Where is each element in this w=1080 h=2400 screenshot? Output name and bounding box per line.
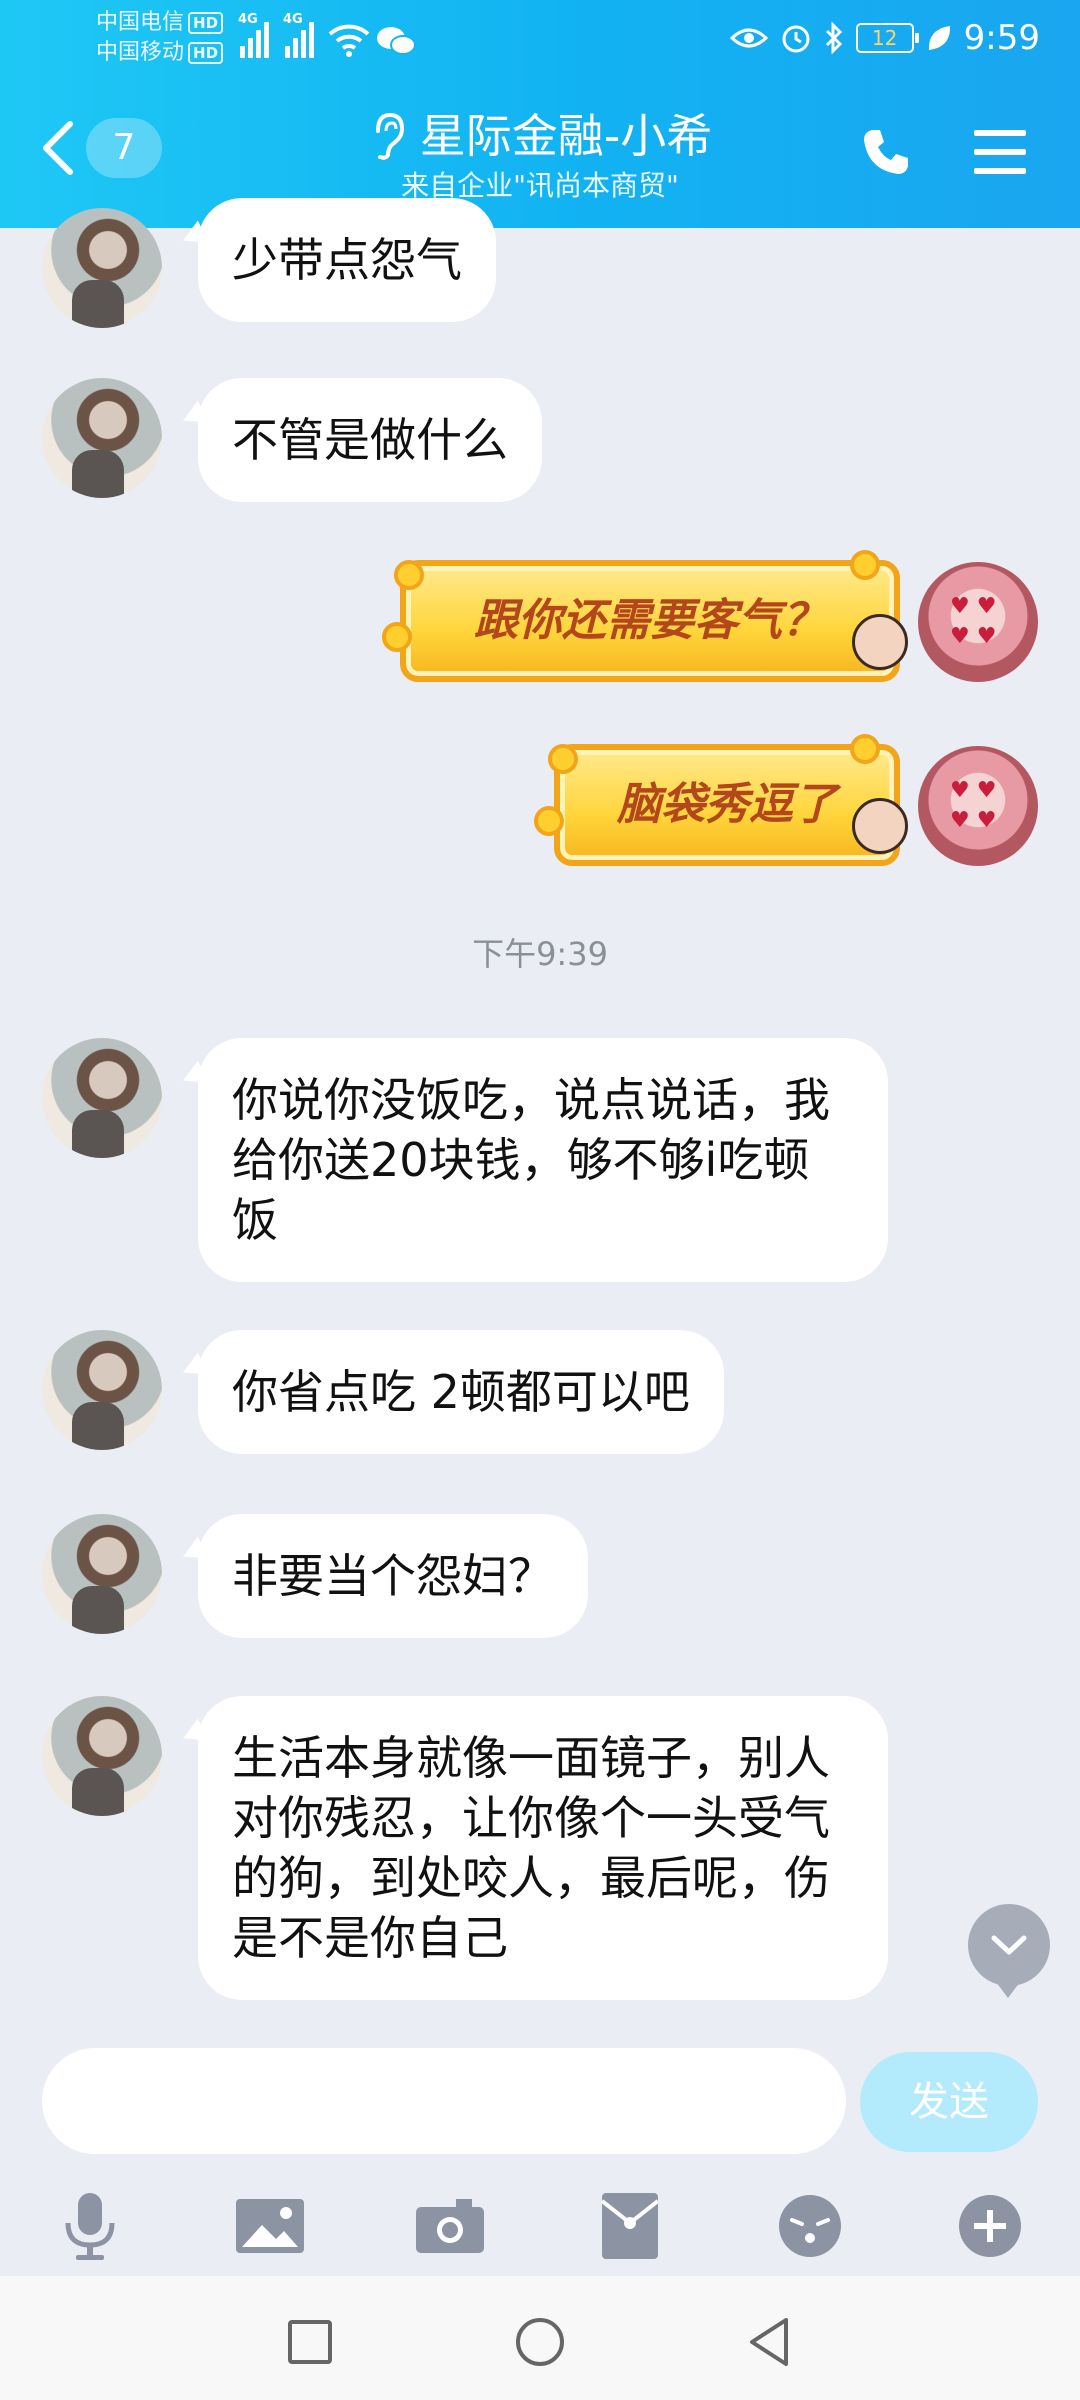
contact-avatar[interactable] xyxy=(42,208,162,328)
chat-toolbar xyxy=(0,2186,1080,2266)
recents-button[interactable] xyxy=(280,2312,340,2372)
status-right: 12 9:59 xyxy=(729,12,1040,64)
wechat-icon xyxy=(377,27,416,55)
message-bubble[interactable]: 非要当个怨妇？ xyxy=(198,1514,588,1638)
sticker-decoration xyxy=(382,622,412,652)
sticker-message[interactable]: 脑袋秀逗了 xyxy=(554,744,900,866)
message-bubble[interactable]: 你说你没饭吃，说点说话，我给你送20块钱，够不够i吃顿饭 xyxy=(198,1038,888,1282)
menu-button[interactable] xyxy=(972,124,1028,184)
sticker-decoration xyxy=(534,806,564,836)
leaf-icon xyxy=(928,26,950,50)
my-avatar[interactable] xyxy=(918,746,1038,866)
sticker-decoration xyxy=(548,744,578,774)
hd-badge: HD xyxy=(188,42,224,64)
sticker-face xyxy=(852,614,908,670)
chevron-left-icon xyxy=(43,121,73,175)
my-avatar[interactable] xyxy=(918,562,1038,682)
input-area: 发送 xyxy=(0,2020,1080,2276)
image-icon xyxy=(236,2199,304,2253)
camera-icon xyxy=(416,2199,484,2253)
send-button[interactable]: 发送 xyxy=(860,2052,1038,2152)
wifi-icon xyxy=(328,24,370,57)
image-button[interactable] xyxy=(230,2186,310,2266)
chat-header: 中国电信 HD 中国移动 HD 4G 4G 12 9:59 7 星际金融-小希 … xyxy=(0,0,1080,228)
system-navigation-bar xyxy=(0,2276,1080,2400)
triangle-back-icon xyxy=(750,2318,788,2366)
scroll-to-bottom-button[interactable] xyxy=(968,1904,1050,1998)
carrier-info: 中国电信 HD 中国移动 HD xyxy=(96,8,224,68)
message-bubble[interactable]: 少带点怨气 xyxy=(198,198,496,322)
sticker-face xyxy=(852,798,908,854)
camera-button[interactable] xyxy=(410,2186,490,2266)
message-bubble[interactable]: 不管是做什么 xyxy=(198,378,542,502)
contact-avatar[interactable] xyxy=(42,1696,162,1816)
more-button[interactable] xyxy=(950,2186,1030,2266)
alarm-icon xyxy=(782,25,810,53)
red-packet-button[interactable] xyxy=(590,2186,670,2266)
home-button[interactable] xyxy=(510,2312,570,2372)
signal-icon: 4G xyxy=(283,12,314,58)
nav-back-button[interactable] xyxy=(740,2312,800,2372)
sticker-decoration xyxy=(850,550,880,580)
back-button[interactable]: 7 xyxy=(40,118,162,178)
message-bubble[interactable]: 生活本身就像一面镜子，别人对你残忍，让你像个一头受气的狗，到处咬人，最后呢，伤是… xyxy=(198,1696,888,2000)
sticker-decoration xyxy=(850,734,880,764)
bluetooth-icon xyxy=(825,22,842,54)
carrier-2: 中国移动 xyxy=(96,40,185,65)
contact-avatar[interactable] xyxy=(42,1038,162,1158)
sticker-decoration xyxy=(394,560,424,590)
plus-icon xyxy=(959,2195,1021,2257)
square-icon xyxy=(288,2320,332,2364)
ear-icon xyxy=(375,112,404,160)
chevron-down-icon xyxy=(991,1935,1027,1955)
menu-icon xyxy=(974,130,1026,174)
network-type: 4G xyxy=(238,12,258,27)
contact-avatar[interactable] xyxy=(42,1514,162,1634)
microphone-icon xyxy=(65,2193,115,2260)
eye-icon xyxy=(729,28,768,48)
contact-avatar[interactable] xyxy=(42,1330,162,1450)
battery-indicator: 12 xyxy=(855,23,919,53)
message-bubble[interactable]: 你省点吃 2顿都可以吧 xyxy=(198,1330,724,1454)
contact-avatar[interactable] xyxy=(42,378,162,498)
sticker-message[interactable]: 跟你还需要客气？ xyxy=(400,560,900,682)
clock: 9:59 xyxy=(963,18,1040,58)
circle-icon xyxy=(516,2318,564,2366)
unread-count-badge: 7 xyxy=(86,118,162,178)
title-block[interactable]: 星际金融-小希 来自企业"讯尚本商贸" xyxy=(300,106,780,206)
emoji-icon xyxy=(779,2195,841,2257)
carrier-1: 中国电信 xyxy=(96,10,185,35)
signal-icon: 4G xyxy=(238,12,269,58)
signal-icons: 4G 4G xyxy=(238,12,416,58)
nav-bar: 7 星际金融-小希 来自企业"讯尚本商贸" xyxy=(0,98,1080,218)
phone-icon xyxy=(864,130,908,174)
red-packet-icon xyxy=(602,2193,658,2259)
hd-badge: HD xyxy=(188,12,224,34)
chat-title: 星际金融-小希 xyxy=(419,109,713,163)
voice-button[interactable] xyxy=(50,2186,130,2266)
time-divider: 下午9:39 xyxy=(472,935,608,973)
message-input[interactable] xyxy=(42,2048,846,2154)
emoji-button[interactable] xyxy=(770,2186,850,2266)
network-type: 4G xyxy=(283,12,303,27)
phone-call-button[interactable] xyxy=(858,124,914,184)
status-bar: 中国电信 HD 中国移动 HD 4G 4G 12 9:59 xyxy=(0,0,1080,78)
